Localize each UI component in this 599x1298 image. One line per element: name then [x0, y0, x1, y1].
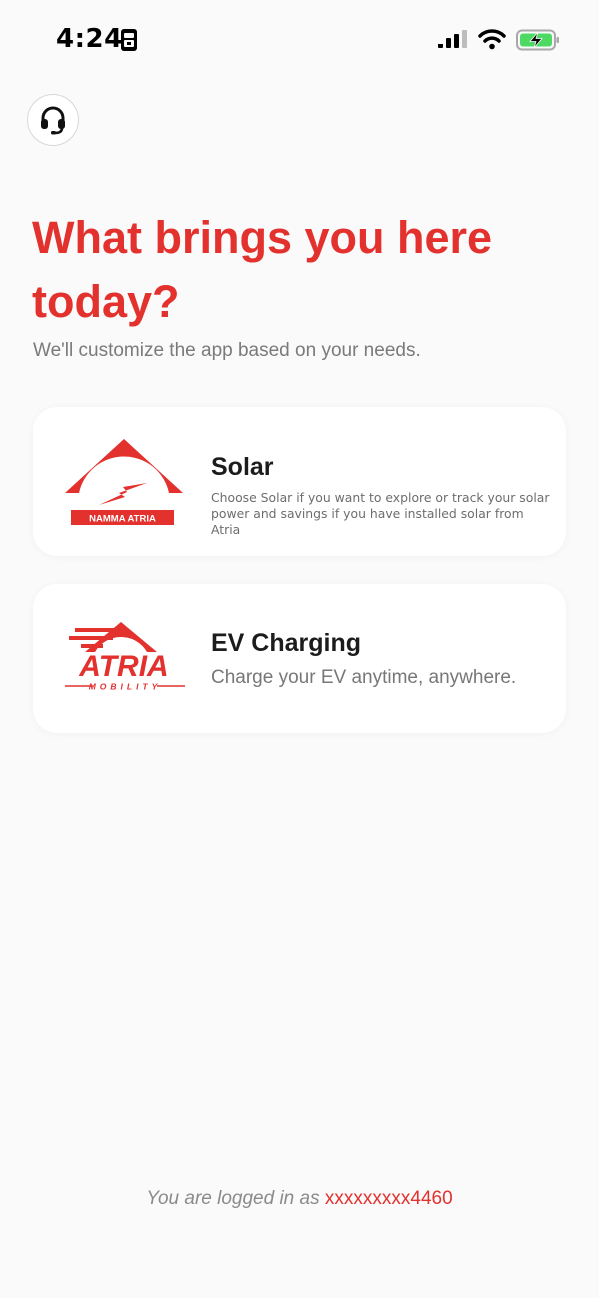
namma-atria-logo-icon: NAMMA ATRIA: [65, 439, 183, 525]
status-time: 4:24: [56, 24, 123, 54]
lock-icon: [121, 29, 137, 51]
option-card-ev-charging[interactable]: ATRIA MOBILITY EV Charging Charge your E…: [33, 584, 566, 733]
ev-charging-description: Charge your EV anytime, anywhere.: [211, 667, 517, 688]
login-prefix: You are logged in as: [146, 1188, 320, 1209]
status-bar: 4:24: [0, 0, 599, 80]
battery-charging-icon: [516, 29, 559, 51]
atria-mobility-logo-icon: ATRIA MOBILITY: [65, 622, 185, 692]
solar-description: Choose Solar if you want to explore or t…: [211, 490, 550, 537]
solar-logo-text: NAMMA ATRIA: [89, 514, 156, 525]
solar-title: Solar: [211, 453, 274, 481]
page-subtitle: We'll customize the app based on your ne…: [33, 340, 421, 361]
ev-charging-title: EV Charging: [211, 629, 362, 657]
ev-logo-text: ATRIA: [78, 650, 168, 683]
ev-logo-subtext: MOBILITY: [89, 682, 162, 692]
login-phone: xxxxxxxxx4460: [324, 1188, 453, 1209]
headset-icon: [41, 106, 65, 135]
wifi-icon: [478, 29, 506, 50]
page-title: What brings you here today?: [32, 212, 493, 327]
support-button[interactable]: [27, 94, 79, 146]
option-card-solar[interactable]: NAMMA ATRIA Solar Choose Solar if you wa…: [33, 407, 566, 556]
signal-icon: [438, 30, 467, 48]
login-info: You are logged in as xxxxxxxxx4460: [0, 1188, 599, 1210]
